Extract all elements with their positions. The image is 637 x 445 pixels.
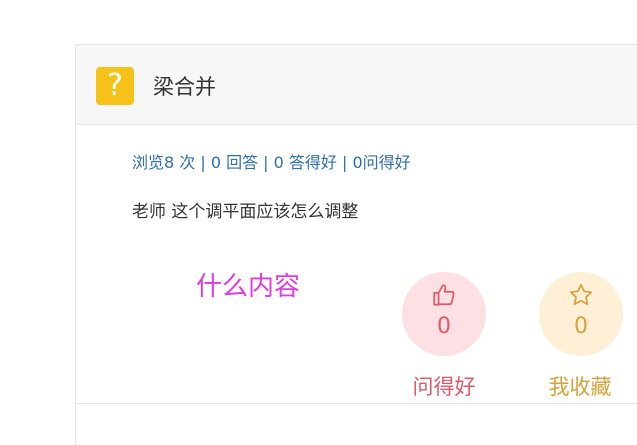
like-button[interactable]: 0 — [402, 272, 486, 356]
favorite-count: 0 — [574, 314, 588, 339]
question-mark-icon: ? — [96, 67, 134, 105]
question-title[interactable]: 梁合并 — [153, 70, 216, 104]
question-stats: 浏览8 次 | 0 回答 | 0 答得好 | 0问得好 — [132, 153, 411, 172]
question-body: 老师 这个调平面应该怎么调整 — [132, 202, 359, 222]
question-card: ? 梁合并 浏览8 次 | 0 回答 | 0 答得好 | 0问得好 老师 这个调… — [75, 44, 637, 445]
question-header: ? 梁合并 — [76, 45, 637, 125]
like-label[interactable]: 问得好 — [394, 372, 494, 402]
like-count: 0 — [437, 314, 451, 339]
handwritten-annotation: 什么内容 — [196, 272, 301, 302]
favorite-button[interactable]: 0 — [539, 272, 623, 356]
favorite-label[interactable]: 我收藏 — [530, 372, 630, 402]
star-icon — [569, 283, 593, 306]
divider — [76, 403, 637, 404]
thumbs-up-icon — [433, 284, 455, 306]
